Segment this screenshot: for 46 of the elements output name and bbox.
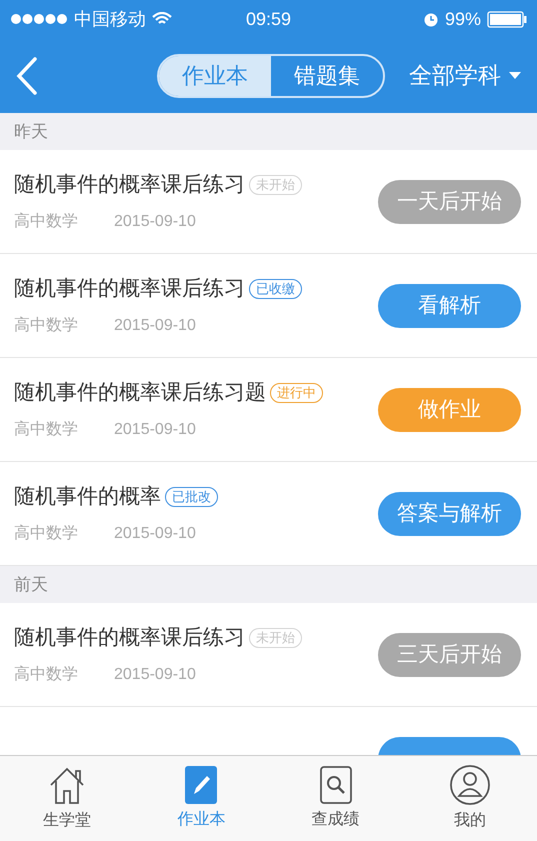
wifi-icon xyxy=(152,12,172,26)
assignment-title: 随机事件的概率课后练习题 xyxy=(14,380,266,406)
section-header: 前天 xyxy=(14,574,48,596)
profile-icon xyxy=(450,764,490,804)
section-header: 昨天 xyxy=(14,120,48,143)
battery-label: 99% xyxy=(444,8,481,30)
date-label: 2015-09-10 xyxy=(114,524,196,544)
action-button[interactable]: 看解析 xyxy=(378,284,521,328)
action-button[interactable]: 做作业 xyxy=(378,388,521,432)
tab-bar-item[interactable]: 我的 xyxy=(402,756,537,841)
segment-tab[interactable]: 错题集 xyxy=(271,56,383,96)
carrier-label: 中国移动 xyxy=(74,8,146,30)
assignment-title: 随机事件的概率 xyxy=(14,484,161,510)
date-label: 2015-09-10 xyxy=(114,420,196,440)
tab-bar-item[interactable]: 查成绩 xyxy=(268,756,403,841)
caret-icon xyxy=(509,72,521,80)
date-label: 2015-09-10 xyxy=(114,316,196,336)
date-label: 2015-09-10 xyxy=(114,212,196,232)
signal-icon xyxy=(10,13,68,25)
assignment-title: 随机事件的概率课后练习 xyxy=(14,172,245,198)
status-tag: 未开始 xyxy=(249,628,302,648)
assignment-title: 随机事件的概率课后练习 xyxy=(14,276,245,302)
subject-label: 高中数学 xyxy=(14,664,78,686)
pencil-icon xyxy=(185,766,218,804)
assignment-title: 随机事件的概率课后练习 xyxy=(14,624,245,651)
segment-tab[interactable]: 作业本 xyxy=(159,56,271,96)
status-tag: 进行中 xyxy=(270,382,323,402)
action-button[interactable]: 三天后开始 xyxy=(378,632,521,676)
action-button[interactable]: 一天后开始 xyxy=(378,180,521,224)
date-label: 2015-09-10 xyxy=(114,665,196,686)
subject-label: 高中数学 xyxy=(14,420,78,440)
tab-bar-item[interactable]: 作业本 xyxy=(134,756,268,841)
tab-bar-item[interactable]: 生学堂 xyxy=(0,756,134,841)
subject-filter[interactable]: 全部学科 xyxy=(409,58,521,93)
status-tag: 未开始 xyxy=(249,174,302,194)
subject-label: 高中数学 xyxy=(14,316,78,336)
action-button[interactable]: 答案与解析 xyxy=(378,492,521,536)
status-tag: 已批改 xyxy=(165,486,218,506)
time-label: 09:59 xyxy=(244,8,292,30)
status-tag: 已收缴 xyxy=(249,278,302,298)
battery-icon xyxy=(486,10,527,28)
subject-label: 高中数学 xyxy=(14,212,78,232)
alarm-icon xyxy=(422,11,439,27)
back-icon[interactable] xyxy=(16,56,38,94)
search-icon xyxy=(320,766,352,804)
subject-label: 高中数学 xyxy=(14,524,78,544)
